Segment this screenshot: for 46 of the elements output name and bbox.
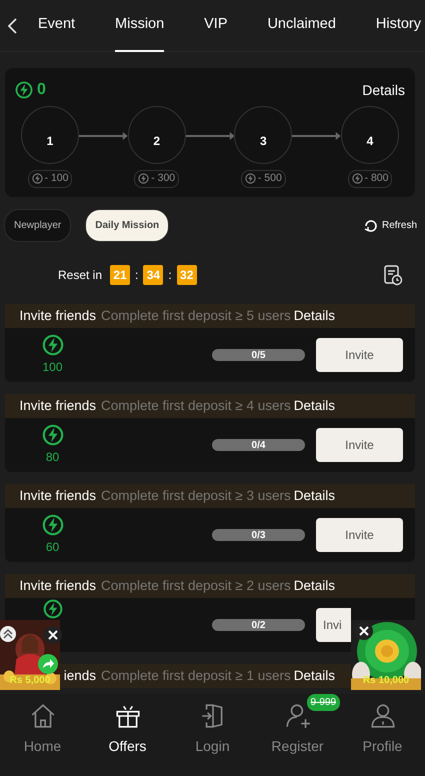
points-value: 0: [37, 80, 46, 100]
cost-label: - 300: [134, 170, 180, 188]
step-circle: 3: [234, 106, 292, 164]
timer-digit: 21: [110, 265, 130, 285]
reward-amount: 100: [42, 359, 63, 376]
cost-label: - 100: [28, 170, 72, 188]
progress-bar: 0/4: [212, 439, 305, 451]
cost-label: - 800: [348, 170, 392, 188]
progress-bar: 0/2: [212, 619, 305, 631]
mission-header: Invite friends Complete first deposit ≥ 3 users Details: [5, 484, 415, 508]
step-circle: 2: [128, 106, 186, 164]
tab[interactable]: Event: [38, 0, 76, 52]
refresh-button[interactable]: Refresh: [362, 218, 417, 234]
tab[interactable]: Unclaimed: [267, 0, 336, 52]
colon: :: [168, 267, 172, 284]
step-circle: 4: [341, 106, 400, 164]
progress-bar: 0/3: [212, 529, 305, 541]
mission-header: Invite friends Complete first deposit ≥ 4 users Details: [5, 394, 415, 418]
mission-header: Invite friends Complete first deposit ≥ 5 users Details: [5, 304, 415, 328]
reward-amount: 80: [46, 449, 60, 466]
invite-button[interactable]: Invite: [316, 428, 403, 462]
tab[interactable]: Newplayer: [4, 209, 72, 242]
colon: :: [135, 267, 138, 284]
nav-item[interactable]: Profile: [348, 702, 418, 757]
reward-amount: 60: [46, 539, 60, 556]
cost-label: - 500: [240, 170, 286, 188]
reset-label: Reset in: [58, 267, 102, 284]
step-circle: 1: [21, 106, 79, 164]
tab[interactable]: VIP: [204, 0, 228, 52]
mission-header: Invite friends Complete first deposit ≥ 2 users Details: [5, 574, 415, 598]
tab[interactable]: Daily Mission: [85, 209, 170, 242]
promo-amount: Rs 5,000: [8, 674, 52, 688]
invite-button[interactable]: Invite: [316, 338, 403, 372]
nav-item[interactable]: Offers: [92, 702, 162, 757]
details-link[interactable]: Details: [362, 80, 405, 100]
nav-item[interactable]: Home: [8, 702, 78, 757]
promo-amount: Rs 10,000: [362, 674, 410, 688]
timer-digit: 32: [176, 265, 197, 285]
timer-digit: 34: [143, 265, 164, 285]
nav-item[interactable]: Login: [178, 702, 248, 757]
count-badge: 9-999: [306, 694, 340, 711]
progress-bar: 0/5: [212, 349, 305, 361]
invite-button[interactable]: Invite: [316, 518, 403, 552]
tab[interactable]: Mission: [115, 0, 164, 52]
tab[interactable]: History: [376, 0, 421, 52]
invite-button[interactable]: Invi: [316, 608, 351, 642]
